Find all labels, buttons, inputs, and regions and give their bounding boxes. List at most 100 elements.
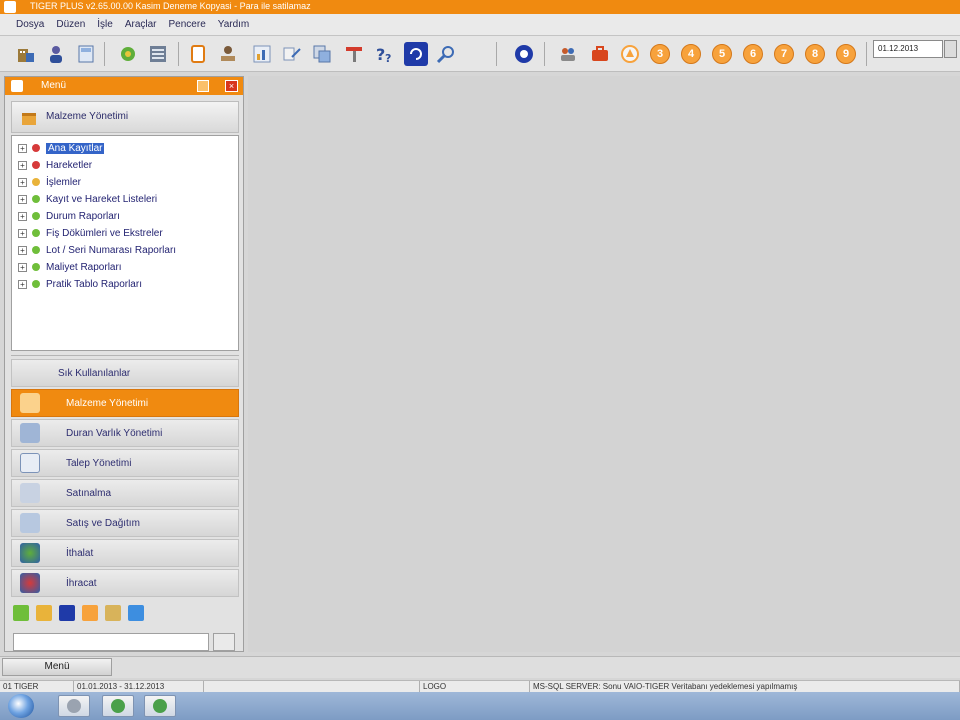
quick-button-7[interactable]: 7 xyxy=(774,44,794,64)
expand-icon[interactable]: + xyxy=(18,245,27,255)
nav-import[interactable]: İthalat xyxy=(11,539,239,567)
quick-button-3[interactable]: 3 xyxy=(650,44,670,64)
taskbar-app-button[interactable] xyxy=(144,695,176,717)
window-tab-strip xyxy=(0,656,960,678)
document-icon[interactable] xyxy=(186,42,210,66)
date-field[interactable]: 01.12.2013 xyxy=(873,40,943,58)
nav-material-management[interactable]: Malzeme Yönetimi xyxy=(11,389,239,417)
expand-icon[interactable]: + xyxy=(18,228,27,238)
nav-export[interactable]: İhracat xyxy=(11,569,239,597)
folder-icon xyxy=(32,161,40,169)
nav-favorites[interactable]: Sık Kullanılanlar xyxy=(11,359,239,387)
tree-item-label[interactable]: Fiş Dökümleri ve Ekstreler xyxy=(46,228,163,239)
tree-item-label[interactable]: Kayıt ve Hareket Listeleri xyxy=(46,194,157,205)
expand-icon[interactable]: + xyxy=(18,143,27,153)
tree-item[interactable]: + Lot / Seri Numarası Raporları xyxy=(18,242,176,258)
menu-panel: Menü × Malzeme Yönetimi + Ana Kayıtlar + H… xyxy=(4,76,244,652)
workspace-area xyxy=(248,76,960,652)
taskbar-app-button[interactable] xyxy=(102,695,134,717)
briefcase-icon[interactable] xyxy=(588,42,612,66)
date-picker-button[interactable] xyxy=(944,40,957,58)
puzzle-icon[interactable] xyxy=(116,42,140,66)
stamp-icon[interactable] xyxy=(216,42,240,66)
company-icon[interactable] xyxy=(14,42,38,66)
tree-item[interactable]: + Kayıt ve Hareket Listeleri xyxy=(18,191,157,207)
tree-item-label[interactable]: Ana Kayıtlar xyxy=(46,142,105,154)
folder-icon xyxy=(32,246,40,254)
expand-icon[interactable]: + xyxy=(18,262,27,272)
tree-item-label[interactable]: Durum Raporları xyxy=(46,211,120,222)
menu-araclar[interactable]: Araçlar xyxy=(125,19,157,30)
tree-item-label[interactable]: Hareketler xyxy=(46,160,92,171)
tree-item-label[interactable]: Maliyet Raporları xyxy=(46,262,122,273)
calculator-icon[interactable] xyxy=(74,42,98,66)
bell-icon[interactable] xyxy=(618,42,642,66)
quick-button-4[interactable]: 4 xyxy=(681,44,701,64)
tree-item[interactable]: + Pratik Tablo Raporları xyxy=(18,276,142,292)
module-shortcut-icon[interactable] xyxy=(13,605,29,621)
menu-search-button[interactable] xyxy=(213,633,235,651)
transfer-icon[interactable] xyxy=(280,42,304,66)
expand-icon[interactable]: + xyxy=(18,177,27,187)
menu-panel-icon xyxy=(11,80,23,92)
module-shortcut-icon[interactable] xyxy=(128,605,144,621)
nav-fixed-assets[interactable]: Duran Varlık Yönetimi xyxy=(11,419,239,447)
start-button[interactable] xyxy=(8,694,34,718)
tree-item[interactable]: + Durum Raporları xyxy=(18,208,120,224)
tree-item-label[interactable]: İşlemler xyxy=(46,177,81,188)
expand-icon[interactable]: + xyxy=(18,194,27,204)
tree-item[interactable]: + İşlemler xyxy=(18,174,81,190)
tree-item-label[interactable]: Pratik Tablo Raporları xyxy=(46,279,142,290)
expand-icon[interactable]: + xyxy=(18,211,27,221)
truck-icon xyxy=(20,513,40,533)
module-shortcut-icon[interactable] xyxy=(105,605,121,621)
folder-icon xyxy=(32,195,40,203)
grid-icon[interactable] xyxy=(146,42,170,66)
nav-label: Talep Yönetimi xyxy=(66,457,132,469)
tools-icon[interactable] xyxy=(342,42,366,66)
menu-search-input[interactable] xyxy=(13,633,209,651)
menu-tab[interactable]: Menü xyxy=(2,658,112,676)
folder-icon xyxy=(32,144,40,152)
menu-yardim[interactable]: Yardım xyxy=(218,19,250,30)
menu-pencere[interactable]: Pencere xyxy=(169,19,206,30)
users-group-icon[interactable] xyxy=(556,42,580,66)
pin-icon[interactable] xyxy=(197,80,209,92)
nav-label: Satış ve Dağıtım xyxy=(66,517,140,529)
menu-panel-header: Menü × xyxy=(5,77,243,95)
module-tree: + Ana Kayıtlar + Hareketler + İşlemler + Kay… xyxy=(11,135,239,351)
tree-item[interactable]: + Hareketler xyxy=(18,157,92,173)
nav-label: Duran Varlık Yönetimi xyxy=(66,427,163,439)
chart-icon[interactable] xyxy=(250,42,274,66)
svg-text:?: ? xyxy=(376,45,385,64)
nav-purchasing[interactable]: Satınalma xyxy=(11,479,239,507)
menu-isle[interactable]: İşle xyxy=(97,19,113,30)
tree-item-label[interactable]: Lot / Seri Numarası Raporları xyxy=(46,245,176,256)
tree-item[interactable]: + Maliyet Raporları xyxy=(18,259,122,275)
close-icon[interactable]: × xyxy=(225,80,238,92)
nav-sales-distribution[interactable]: Satış ve Dağıtım xyxy=(11,509,239,537)
search-icon[interactable] xyxy=(434,42,458,66)
module-shortcut-icon[interactable] xyxy=(59,605,75,621)
module-shortcut-icon[interactable] xyxy=(82,605,98,621)
expand-icon[interactable]: + xyxy=(18,279,27,289)
menu-dosya[interactable]: Dosya xyxy=(16,19,44,30)
quick-button-8[interactable]: 8 xyxy=(805,44,825,64)
quick-button-5[interactable]: 5 xyxy=(712,44,732,64)
help-icon[interactable]: ?? xyxy=(372,42,396,66)
quick-button-6[interactable]: 6 xyxy=(743,44,763,64)
tutorial-icon[interactable] xyxy=(404,42,428,66)
copy-icon[interactable] xyxy=(310,42,334,66)
quick-button-9[interactable]: 9 xyxy=(836,44,856,64)
toolbar: ?? 3 4 5 6 7 8 9 xyxy=(0,36,960,72)
menu-duzen[interactable]: Düzen xyxy=(56,19,85,30)
tree-item[interactable]: + Ana Kayıtlar xyxy=(18,140,105,156)
module-shortcut-icon[interactable] xyxy=(36,605,52,621)
taskbar-app-button[interactable] xyxy=(58,695,90,717)
folder-icon xyxy=(32,229,40,237)
nav-request-management[interactable]: Talep Yönetimi xyxy=(11,449,239,477)
info-icon[interactable] xyxy=(512,42,536,66)
tree-item[interactable]: + Fiş Dökümleri ve Ekstreler xyxy=(18,225,163,241)
user-icon[interactable] xyxy=(44,42,68,66)
expand-icon[interactable]: + xyxy=(18,160,27,170)
